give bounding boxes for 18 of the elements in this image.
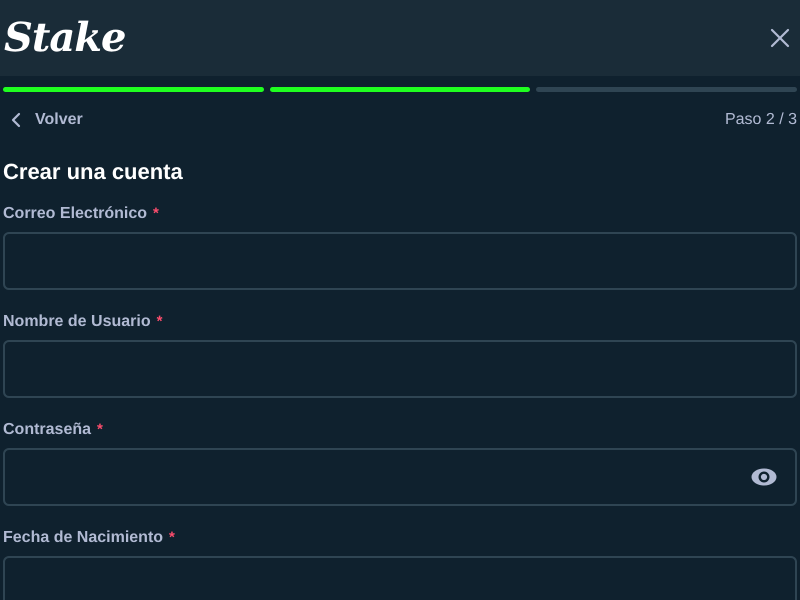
- input-field[interactable]: [3, 556, 797, 600]
- required-mark: *: [156, 312, 162, 332]
- field-label: Contraseña: [3, 420, 92, 440]
- field-label: Fecha de Nacimiento: [3, 528, 164, 548]
- input-field[interactable]: [3, 340, 797, 398]
- required-mark: *: [97, 420, 103, 440]
- required-mark: *: [153, 204, 159, 224]
- back-link[interactable]: Volver: [3, 108, 83, 132]
- field-label: Nombre de Usuario: [3, 312, 151, 332]
- chevron-left-icon: [11, 112, 21, 128]
- step-counter: Paso 2 / 3: [724, 110, 797, 130]
- required-mark: *: [169, 528, 175, 548]
- input-field[interactable]: [3, 448, 797, 506]
- logo[interactable]: Stake: [4, 8, 126, 68]
- form-title: Crear una cuenta: [2, 158, 184, 186]
- input-field[interactable]: [3, 232, 797, 290]
- eye-icon[interactable]: [751, 468, 777, 486]
- field-label: Correo Electrónico: [3, 204, 148, 224]
